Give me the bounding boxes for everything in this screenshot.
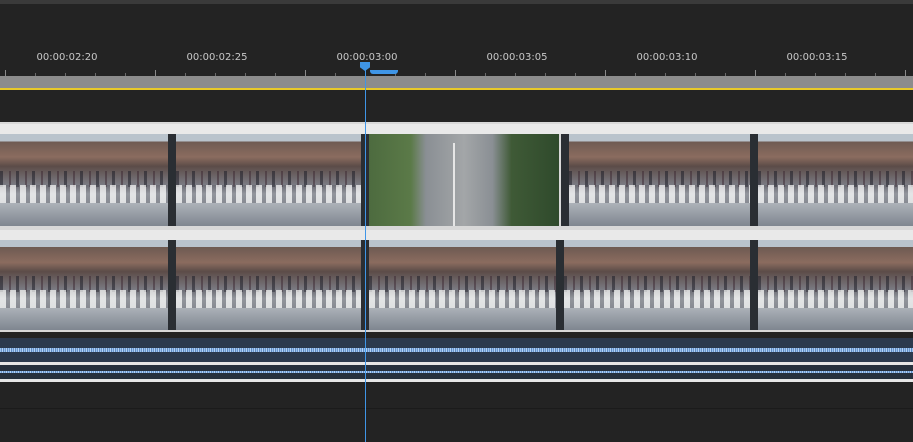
ruler-timecode: 00:00:02:25 [186,52,248,63]
clip-thumbnail-street [0,240,190,330]
clip-thumbnail-street [564,240,754,330]
time-ruler[interactable]: 00:00:02:20 00:00:02:25 00:00:03:00 00:0… [0,4,913,78]
thumbnail-edge [168,134,176,226]
clip-thumbnail-street [369,240,559,330]
playhead-line[interactable] [365,66,366,442]
audio-track-a1[interactable] [0,338,913,362]
ruler-timecode: 00:00:03:05 [486,52,548,63]
clip-thumbnail-street [176,134,366,226]
clip-header [0,124,913,134]
empty-video-track[interactable] [0,90,913,122]
video-clip-row[interactable] [0,124,913,226]
track-divider [0,408,913,409]
clip-thumbnail-street [758,240,913,330]
thumbnail-edge [561,134,569,226]
thumbnail-edge [750,240,758,330]
audio-waveform [0,348,913,352]
audio-waveform [0,371,913,373]
video-track-v2[interactable] [0,122,913,228]
playhead-bracket [370,70,398,74]
audio-clip-body [0,365,913,379]
ruler-timecode: 00:00:03:15 [786,52,848,63]
audio-track-a2[interactable] [0,362,913,382]
clip-thumbnail-street [758,134,913,226]
ruler-timecode: 00:00:03:00 [336,52,398,63]
clip-header [0,230,913,240]
clip-thumbnail-street [176,240,366,330]
ruler-timecode: 00:00:03:10 [636,52,698,63]
thumbnail-edge [556,240,564,330]
thumbnail-edge [168,240,176,330]
clip-thumbnail-street [0,134,190,226]
work-area-bar[interactable] [0,76,913,88]
video-clip-row[interactable] [0,230,913,330]
clip-thumbnail-road [369,134,559,226]
thumbnail-edge [750,134,758,226]
video-track-v1[interactable] [0,228,913,332]
clip-thumbnail-street [569,134,759,226]
ruler-timecode: 00:00:02:20 [36,52,98,63]
